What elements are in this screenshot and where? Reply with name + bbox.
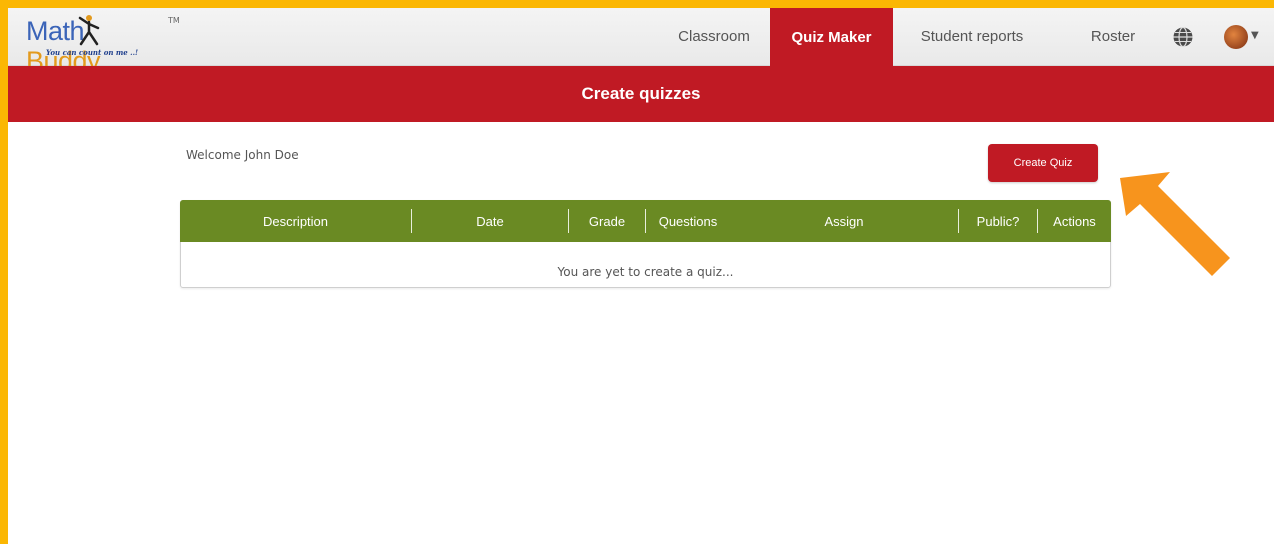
nav-tab-roster[interactable]: Roster [1068,8,1158,65]
column-header-assign[interactable]: Assign [730,200,958,242]
table-header: Description Date Grade Questions Assign … [180,200,1111,242]
create-quiz-button[interactable]: Create Quiz [988,144,1098,182]
nav-tab-quiz-maker[interactable]: Quiz Maker [770,8,893,66]
globe-icon[interactable] [1172,26,1194,48]
column-header-actions[interactable]: Actions [1038,200,1111,242]
logo-trademark: TM [168,16,180,25]
pointer-arrow-icon [1120,172,1230,276]
page-title: Create quizzes [581,84,701,103]
mathbuddy-logo[interactable]: MathBuddy TM You can count on me ..! [26,14,186,76]
top-navigation-bar: MathBuddy TM You can count on me ..! Cla… [8,8,1274,76]
column-header-public[interactable]: Public? [959,200,1037,242]
column-header-questions[interactable]: Questions [646,200,730,242]
welcome-message: Welcome John Doe [186,148,299,162]
logo-figure-icon [78,15,100,46]
nav-tab-classroom[interactable]: Classroom [660,8,768,65]
empty-table-message: You are yet to create a quiz... [557,265,734,279]
column-header-description[interactable]: Description [180,200,411,242]
avatar-dropdown-caret-icon[interactable]: ▼ [1251,30,1259,41]
highlight-frame-top [0,0,1274,8]
page-title-banner: Create quizzes [8,66,1274,122]
column-header-grade[interactable]: Grade [569,200,645,242]
quizzes-table: Description Date Grade Questions Assign … [180,200,1111,288]
highlight-frame-left [0,0,8,544]
user-avatar[interactable] [1224,25,1248,49]
nav-tab-student-reports[interactable]: Student reports [894,8,1050,65]
column-header-date[interactable]: Date [412,200,568,242]
logo-tagline: You can count on me ..! [46,48,139,57]
